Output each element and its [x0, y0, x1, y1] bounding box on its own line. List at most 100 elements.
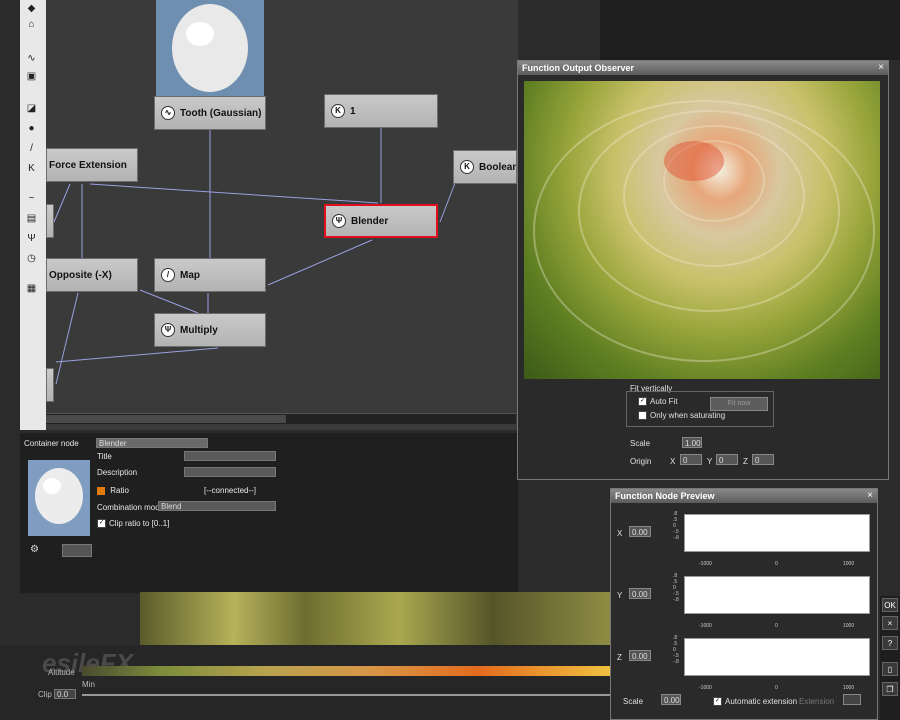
- node-label: Boolean N: [479, 161, 517, 173]
- constant-icon: K: [460, 160, 474, 174]
- wave-icon: ∿: [161, 106, 175, 120]
- preview-y-input[interactable]: 0.00: [629, 588, 651, 599]
- node-label: Opposite (-X): [49, 269, 112, 281]
- container-node-select[interactable]: Blender: [96, 438, 208, 448]
- description-label: Description: [97, 468, 138, 477]
- observer-close-icon[interactable]: ×: [878, 61, 884, 75]
- node-tooth-gaussian[interactable]: ∿ Tooth (Gaussian): [154, 96, 266, 130]
- preview-z-axis-max: 1000: [843, 685, 855, 691]
- preview-z-axis-label: Z: [617, 653, 622, 662]
- origin-label: Origin: [630, 457, 652, 466]
- clip-slider-track[interactable]: [82, 694, 610, 696]
- preview-z-input[interactable]: 0.00: [629, 650, 651, 661]
- node-map[interactable]: / Map: [154, 258, 266, 292]
- cancel-button[interactable]: ×: [882, 616, 898, 630]
- node-blender[interactable]: Ψ Blender: [324, 204, 438, 238]
- copy-icon[interactable]: ❐: [882, 682, 898, 696]
- ratio-row: Ratio: [97, 486, 129, 495]
- origin-x-input[interactable]: 0: [680, 454, 702, 465]
- ok-button[interactable]: OK: [882, 598, 898, 612]
- clip-input[interactable]: 0.0: [54, 689, 76, 699]
- scrollbar-thumb[interactable]: [46, 415, 286, 423]
- origin-x-label: X: [670, 457, 676, 466]
- node-boolean[interactable]: K Boolean N: [453, 150, 517, 184]
- checkbox-icon[interactable]: ✓: [713, 697, 722, 707]
- only-saturating-label: Only when saturating: [650, 411, 726, 420]
- preview-y-axis-mid: 0: [775, 623, 778, 629]
- checkbox-icon[interactable]: ✓: [97, 519, 106, 529]
- blend-icon: Ψ: [161, 323, 175, 337]
- preview-scale-input[interactable]: 0.00: [661, 694, 681, 705]
- preview-title: Function Node Preview: [611, 489, 877, 503]
- blend-icon: Ψ: [332, 214, 346, 228]
- altitude-label: Altitude: [48, 668, 75, 677]
- clip-ratio-row[interactable]: ✓ Clip ratio to [0..1]: [97, 519, 169, 529]
- container-node-label: Container node: [24, 439, 79, 448]
- only-saturating-row[interactable]: Only when saturating: [638, 411, 726, 421]
- auto-fit-row[interactable]: ✓ Auto Fit: [638, 397, 678, 407]
- auto-fit-label: Auto Fit: [650, 397, 678, 406]
- preview-z-axis-mid: 0: [775, 685, 778, 691]
- min-label: Min: [82, 680, 95, 689]
- origin-y-input[interactable]: 0: [716, 454, 738, 465]
- page-icon[interactable]: ▯: [882, 662, 898, 676]
- graph-horizontal-scrollbar[interactable]: [46, 413, 516, 424]
- constant-icon: K: [331, 104, 345, 118]
- tooth-preview-image: [156, 0, 264, 100]
- auto-extension-row[interactable]: ✓ Automatic extension: [713, 697, 798, 707]
- preview-x-ticks: .8.5 0 -.5 -.8: [673, 511, 679, 541]
- terrain-3d-view[interactable]: [524, 81, 880, 379]
- node-label: Tooth (Gaussian): [180, 107, 262, 119]
- preview-x-axis-max: 1000: [843, 561, 855, 567]
- checkbox-icon[interactable]: ✓: [638, 397, 647, 407]
- node-multiply[interactable]: Ψ Multiply: [154, 313, 266, 347]
- node-label: Map: [180, 269, 200, 281]
- observer-title: Function Output Observer: [518, 61, 888, 75]
- sphere-preview-icon: [156, 0, 264, 100]
- fit-now-button[interactable]: Fit now: [710, 397, 768, 411]
- ratio-value[interactable]: [--connected--]: [204, 486, 256, 495]
- help-button[interactable]: ?: [882, 636, 898, 650]
- preview-close-icon[interactable]: ×: [867, 489, 873, 503]
- title-input[interactable]: [184, 451, 276, 461]
- preview-z-ticks: .8.5 0 -.5 -.8: [673, 635, 679, 665]
- origin-z-input[interactable]: 0: [752, 454, 774, 465]
- scale-label: Scale: [630, 439, 651, 448]
- preview-y-axis-max: 1000: [843, 623, 855, 629]
- node-constant-1[interactable]: K 1: [324, 94, 438, 128]
- preview-size-field[interactable]: [62, 544, 92, 557]
- node-opposite[interactable]: Opposite (-X): [46, 258, 138, 292]
- combination-mode-label: Combination mode: [97, 503, 165, 512]
- preview-x-axis-label: X: [617, 529, 623, 538]
- preview-z-plot[interactable]: [684, 638, 870, 676]
- preview-x-plot[interactable]: [684, 514, 870, 552]
- terrain-contours: [533, 100, 875, 362]
- altitude-gradient-bar[interactable]: [82, 666, 610, 676]
- checkbox-icon[interactable]: [638, 411, 647, 421]
- dialog-side-buttons: OK × ? ▯ ❐: [880, 596, 900, 720]
- node-partial-left-bottom[interactable]: [46, 368, 54, 402]
- extension-input[interactable]: [843, 694, 861, 705]
- scale-input[interactable]: 1.00: [682, 437, 702, 448]
- node-label: Force Extension: [49, 159, 127, 171]
- origin-y-label: Y: [707, 457, 713, 466]
- origin-z-label: Z: [743, 457, 748, 466]
- auto-extension-label: Automatic extension: [725, 697, 798, 706]
- preview-y-axis-label: Y: [617, 591, 623, 600]
- combination-mode-select[interactable]: Blend: [158, 501, 276, 511]
- preview-y-axis-min: -1000: [699, 623, 712, 629]
- function-output-observer-window: Function Output Observer × Fit verticall…: [517, 60, 889, 480]
- preview-x-axis-min: -1000: [699, 561, 712, 567]
- ratio-connector-icon[interactable]: [97, 486, 105, 495]
- description-input[interactable]: [184, 467, 276, 477]
- preview-scale-label: Scale: [623, 697, 644, 706]
- preview-settings-icon[interactable]: ⚙: [30, 544, 39, 555]
- node-label: Multiply: [180, 324, 218, 336]
- preview-x-axis-mid: 0: [775, 561, 778, 567]
- node-label: 1: [350, 105, 356, 117]
- node-partial-left[interactable]: [46, 204, 54, 238]
- preview-y-plot[interactable]: [684, 576, 870, 614]
- preview-x-input[interactable]: 0.00: [629, 526, 651, 537]
- clip-label: Clip: [38, 690, 52, 699]
- node-force-extension[interactable]: Force Extension: [46, 148, 138, 182]
